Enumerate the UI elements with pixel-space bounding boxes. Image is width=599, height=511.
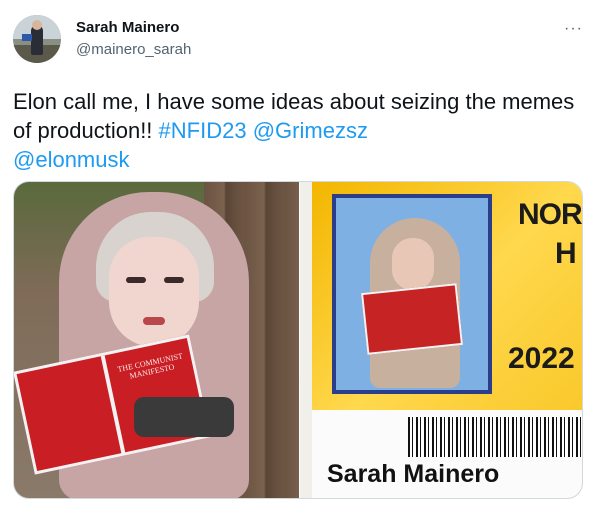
card-mid-text: H (555, 237, 577, 270)
eye (164, 277, 184, 283)
barcode (408, 417, 582, 457)
user-handle[interactable]: @mainero_sarah (76, 41, 191, 58)
book-cover-text: THE COMMUNIST MANIFESTO (116, 351, 184, 381)
card-top-text: NOR (518, 198, 582, 231)
tweet-media[interactable]: THE COMMUNIST MANIFESTO NOR H 2022 Sarah… (13, 181, 583, 499)
display-name[interactable]: Sarah Mainero (76, 19, 179, 36)
lips (143, 317, 165, 325)
mention-link-grimezsz[interactable]: @Grimezsz (253, 118, 368, 143)
card-year: 2022 (508, 342, 575, 375)
media-left-photo[interactable]: THE COMMUNIST MANIFESTO (14, 182, 299, 498)
mention-link-elonmusk[interactable]: @elonmusk (13, 147, 130, 172)
avatar[interactable] (13, 15, 61, 63)
tweet-text: Elon call me, I have some ideas about se… (13, 87, 583, 174)
portrait-book (361, 283, 463, 355)
card-name: Sarah Mainero (327, 460, 500, 488)
avatar-head (32, 20, 42, 30)
id-card-portrait (332, 194, 492, 394)
media-right-photo[interactable]: NOR H 2022 Sarah Mainero (300, 182, 582, 498)
avatar-item (22, 34, 32, 41)
tweet-card: Sarah Mainero @mainero_sarah ··· Elon ca… (0, 0, 599, 511)
face (109, 237, 199, 347)
portrait-face (392, 238, 434, 290)
eye (126, 277, 146, 283)
more-icon[interactable]: ··· (564, 20, 583, 38)
gloves (134, 397, 234, 437)
hashtag-link[interactable]: #NFID23 (159, 118, 247, 143)
